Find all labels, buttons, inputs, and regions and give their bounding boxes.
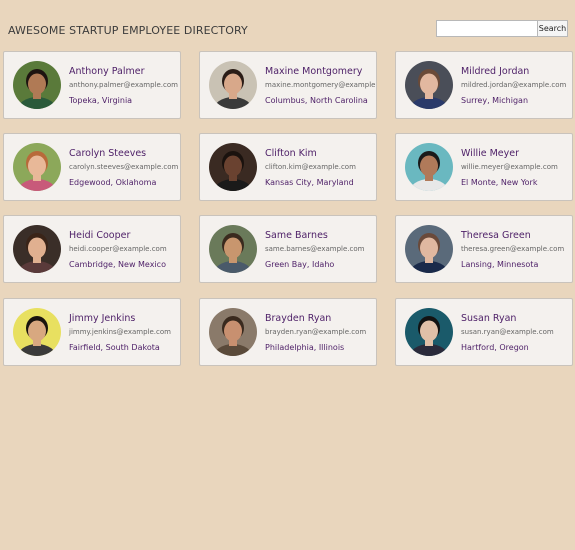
- portrait-image: [13, 143, 61, 191]
- portrait-face: [28, 155, 46, 177]
- employee-avatar: [13, 61, 61, 109]
- employee-card[interactable]: Theresa Green theresa.green@example.com …: [395, 215, 573, 283]
- employee-avatar: [13, 308, 61, 356]
- employee-card[interactable]: Jimmy Jenkins jimmy.jenkins@example.com …: [3, 298, 181, 366]
- employee-card[interactable]: Carolyn Steeves carolyn.steeves@example.…: [3, 133, 181, 201]
- portrait-face: [420, 155, 438, 177]
- portrait-face: [28, 237, 46, 259]
- employee-name: Heidi Cooper: [69, 230, 131, 241]
- page-header: AWESOME STARTUP EMPLOYEE DIRECTORY Searc…: [0, 0, 575, 50]
- portrait-image: [405, 61, 453, 109]
- employee-location: Philadelphia, Illinois: [265, 343, 345, 352]
- employee-location: Surrey, Michigan: [461, 96, 529, 105]
- portrait-image: [405, 308, 453, 356]
- employee-name: Theresa Green: [461, 230, 531, 241]
- portrait-face: [420, 237, 438, 259]
- employee-location: Cambridge, New Mexico: [69, 260, 166, 269]
- employee-location: Lansing, Minnesota: [461, 260, 539, 269]
- employee-location: El Monte, New York: [461, 178, 538, 187]
- portrait-image: [13, 61, 61, 109]
- page-title: AWESOME STARTUP EMPLOYEE DIRECTORY: [8, 24, 248, 37]
- employee-avatar: [209, 143, 257, 191]
- employee-location: Green Bay, Idaho: [265, 260, 335, 269]
- employee-location: Topeka, Virginia: [69, 96, 133, 105]
- employee-email: mildred.jordan@example.com: [461, 81, 567, 89]
- employee-name: Jimmy Jenkins: [69, 313, 136, 324]
- employee-name: Brayden Ryan: [265, 313, 332, 324]
- search-button[interactable]: Search: [537, 20, 568, 37]
- employee-location: Edgewood, Oklahoma: [69, 178, 157, 187]
- employee-card[interactable]: Maxine Montgomery maxine.montgomery@exam…: [199, 51, 377, 119]
- employee-name: Susan Ryan: [461, 313, 517, 324]
- portrait-image: [209, 308, 257, 356]
- employee-email: carolyn.steeves@example.com: [69, 163, 179, 171]
- portrait-face: [224, 320, 242, 342]
- portrait-image: [209, 61, 257, 109]
- employee-card[interactable]: Willie Meyer willie.meyer@example.com El…: [395, 133, 573, 201]
- portrait-face: [420, 73, 438, 95]
- employee-email: theresa.green@example.com: [461, 245, 565, 253]
- portrait-face: [420, 320, 438, 342]
- portrait-image: [13, 225, 61, 273]
- employee-email: brayden.ryan@example.com: [265, 328, 367, 336]
- employee-email: willie.meyer@example.com: [461, 163, 558, 171]
- employee-location: Columbus, North Carolina: [265, 96, 368, 105]
- portrait-face: [28, 73, 46, 95]
- employee-avatar: [405, 308, 453, 356]
- employee-avatar: [209, 308, 257, 356]
- employee-avatar: [209, 61, 257, 109]
- employee-card[interactable]: Same Barnes same.barnes@example.com Gree…: [199, 215, 377, 283]
- employee-name: Clifton Kim: [265, 148, 317, 159]
- employee-name: Same Barnes: [265, 230, 328, 241]
- employee-card[interactable]: Clifton Kim clifton.kim@example.com Kans…: [199, 133, 377, 201]
- portrait-face: [28, 320, 46, 342]
- employee-card[interactable]: Heidi Cooper heidi.cooper@example.com Ca…: [3, 215, 181, 283]
- employee-avatar: [13, 143, 61, 191]
- employee-name: Maxine Montgomery: [265, 66, 363, 77]
- search-form: Search: [436, 20, 568, 37]
- portrait-image: [405, 143, 453, 191]
- portrait-image: [209, 225, 257, 273]
- employee-avatar: [405, 61, 453, 109]
- portrait-face: [224, 73, 242, 95]
- employee-card[interactable]: Mildred Jordan mildred.jordan@example.co…: [395, 51, 573, 119]
- portrait-image: [209, 143, 257, 191]
- portrait-face: [224, 237, 242, 259]
- employee-email: jimmy.jenkins@example.com: [69, 328, 171, 336]
- employee-email: clifton.kim@example.com: [265, 163, 356, 171]
- employee-avatar: [405, 225, 453, 273]
- portrait-image: [405, 225, 453, 273]
- employee-email: heidi.cooper@example.com: [69, 245, 167, 253]
- employee-location: Kansas City, Maryland: [265, 178, 354, 187]
- employee-name: Anthony Palmer: [69, 66, 145, 77]
- employee-location: Fairfield, South Dakota: [69, 343, 160, 352]
- employee-name: Mildred Jordan: [461, 66, 530, 77]
- portrait-face: [224, 155, 242, 177]
- search-input[interactable]: [436, 20, 537, 37]
- employee-card[interactable]: Susan Ryan susan.ryan@example.com Hartfo…: [395, 298, 573, 366]
- portrait-image: [13, 308, 61, 356]
- employee-avatar: [405, 143, 453, 191]
- employee-email: susan.ryan@example.com: [461, 328, 554, 336]
- employee-avatar: [209, 225, 257, 273]
- employee-email: maxine.montgomery@example.com: [265, 81, 376, 89]
- employee-name: Willie Meyer: [461, 148, 520, 159]
- employee-card[interactable]: Anthony Palmer anthony.palmer@example.co…: [3, 51, 181, 119]
- employee-card[interactable]: Brayden Ryan brayden.ryan@example.com Ph…: [199, 298, 377, 366]
- employee-avatar: [13, 225, 61, 273]
- employee-email: anthony.palmer@example.com: [69, 81, 178, 89]
- employee-location: Hartford, Oregon: [461, 343, 529, 352]
- employee-email: same.barnes@example.com: [265, 245, 365, 253]
- employee-name: Carolyn Steeves: [69, 148, 147, 159]
